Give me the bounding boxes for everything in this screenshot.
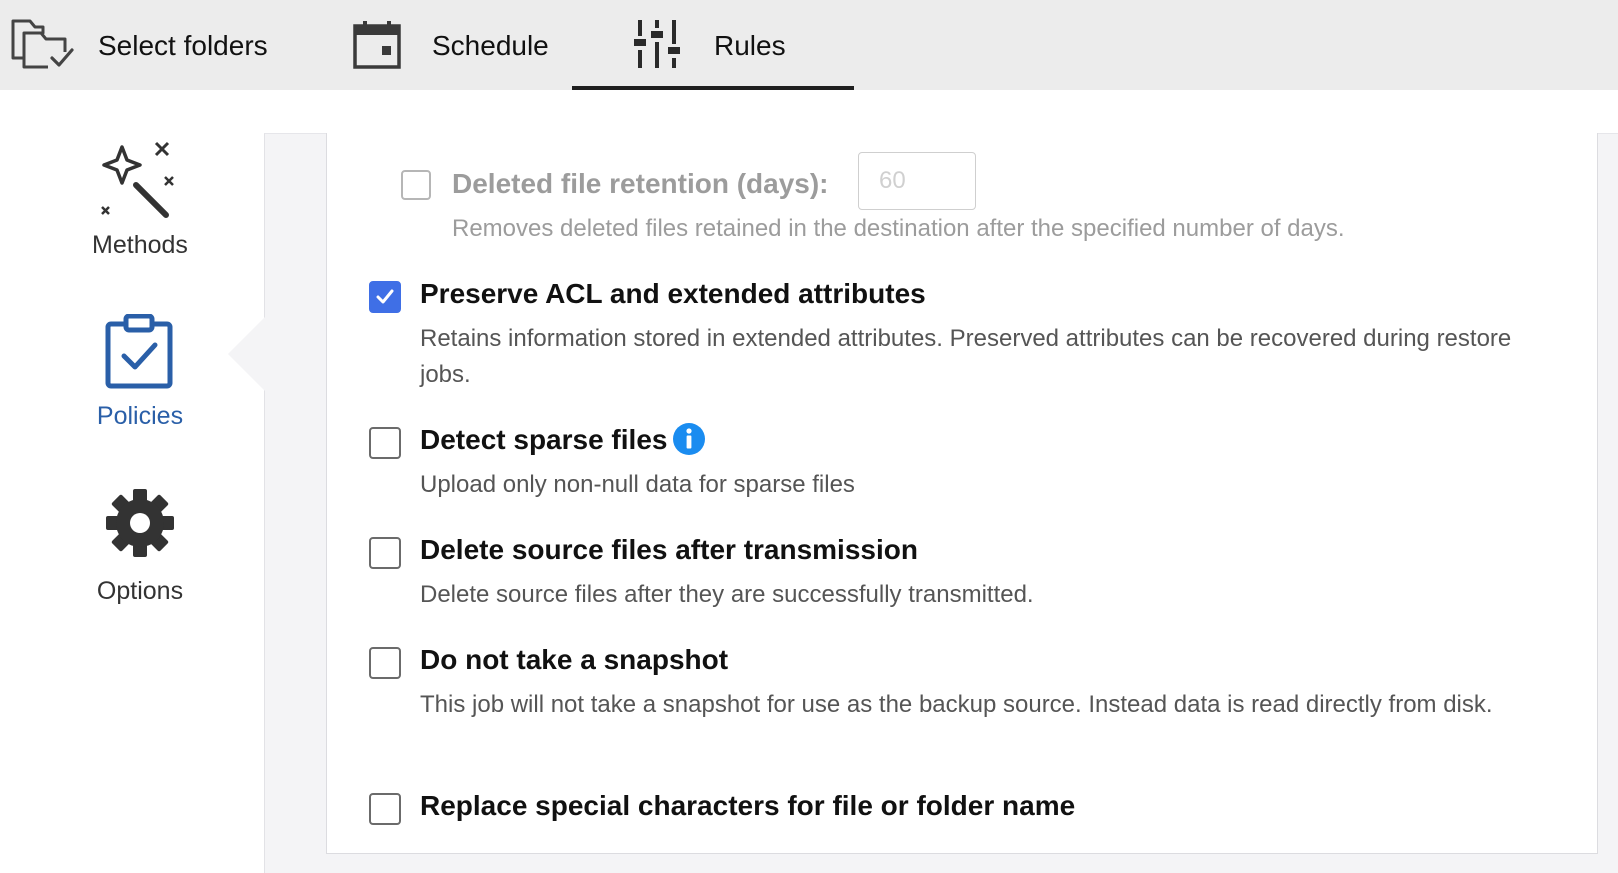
delete-source-checkbox[interactable]	[369, 537, 401, 569]
no-snapshot-title: Do not take a snapshot	[420, 644, 729, 675]
sidebar-item-policies[interactable]: Policies	[0, 310, 264, 440]
preserve-acl-checkbox[interactable]	[369, 281, 401, 313]
retention-description: Removes deleted files retained in the de…	[452, 215, 1345, 242]
tab-select-folders[interactable]: Select folders	[0, 0, 300, 90]
preserve-acl-title: Preserve ACL and extended attributes	[420, 278, 926, 309]
sparse-checkbox[interactable]	[369, 427, 401, 459]
delete-source-description: Delete source files after they are succe…	[420, 581, 1034, 608]
retention-title: Deleted file retention (days):	[452, 168, 829, 199]
replace-special-checkbox[interactable]	[369, 793, 401, 825]
tab-label: Rules	[714, 30, 786, 61]
magic-wand-icon	[96, 137, 182, 230]
tab-label: Schedule	[432, 30, 549, 61]
tab-rules[interactable]: Rules	[572, 0, 854, 90]
delete-source-title: Delete source files after transmission	[420, 534, 918, 565]
folder-check-icon	[10, 18, 74, 77]
info-icon[interactable]	[672, 422, 706, 461]
sliders-icon	[634, 20, 680, 73]
preserve-acl-description: Retains information stored in extended a…	[420, 325, 1512, 388]
tab-label: Select folders	[98, 30, 268, 61]
clipboard-check-icon	[104, 313, 174, 395]
tab-schedule[interactable]: Schedule	[340, 0, 570, 90]
gear-icon	[104, 487, 176, 564]
retention-checkbox[interactable]	[401, 170, 431, 200]
sidebar-item-label: Options	[96, 577, 184, 605]
no-snapshot-description: This job will not take a snapshot for us…	[420, 691, 1493, 718]
retention-days-input[interactable]	[858, 152, 976, 210]
no-snapshot-checkbox[interactable]	[369, 647, 401, 679]
active-tab-indicator	[572, 86, 854, 90]
sidebar-item-options[interactable]: Options	[0, 485, 264, 615]
sidebar-item-label: Methods	[92, 231, 188, 259]
sidebar-item-methods[interactable]: Methods	[0, 135, 264, 265]
sparse-description: Upload only non-null data for sparse fil…	[420, 471, 855, 498]
tab-bar: Select folders Schedule Rules	[0, 0, 1618, 90]
sparse-title: Detect sparse files	[420, 424, 668, 455]
sidebar-item-label: Policies	[96, 402, 184, 430]
active-nav-pointer	[228, 316, 266, 392]
replace-special-title: Replace special characters for file or f…	[420, 790, 1076, 821]
calendar-icon	[352, 20, 402, 75]
checkmark-icon	[376, 289, 394, 304]
